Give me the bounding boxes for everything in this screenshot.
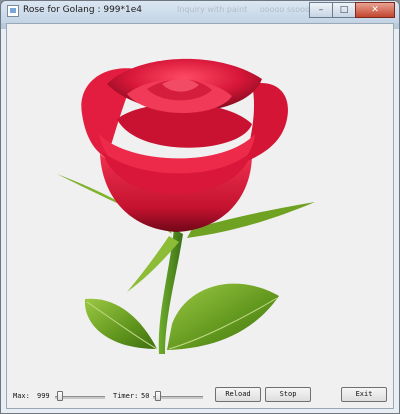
close-icon: ✕ [371,5,379,15]
client-area: Max: 999 Timer: 50 Reload Stop Exit [6,23,394,409]
max-slider[interactable] [55,391,105,402]
window-title: Rose for Golang : 999*1e4 [23,5,143,15]
minimize-icon: – [318,5,324,15]
background-tab: ooooo ssooo [259,5,310,14]
app-icon [7,5,19,17]
timer-slider[interactable] [153,391,203,402]
reload-button[interactable]: Reload [215,387,261,402]
title-bar[interactable]: Rose for Golang : 999*1e4 Inquiry with p… [1,1,399,23]
maximize-icon: □ [339,5,349,15]
exit-button[interactable]: Exit [341,387,387,402]
window-controls: – □ ✕ [309,2,395,18]
rose-canvas [57,58,315,354]
timer-value: 50 [141,392,150,400]
leaf-right [167,283,279,350]
max-value: 999 [37,392,50,400]
timer-label: Timer: [113,392,139,400]
slider-thumb[interactable] [57,391,63,401]
rose-petal [245,83,288,162]
background-tab: Inquiry with paint [177,5,248,14]
maximize-button[interactable]: □ [332,2,356,18]
leaf-left [84,298,157,349]
minimize-button[interactable]: – [309,2,333,18]
close-button[interactable]: ✕ [355,2,395,18]
slider-thumb[interactable] [155,391,161,401]
app-window: Rose for Golang : 999*1e4 Inquiry with p… [0,0,400,414]
stop-button[interactable]: Stop [265,387,311,402]
max-label: Max: [13,392,30,400]
